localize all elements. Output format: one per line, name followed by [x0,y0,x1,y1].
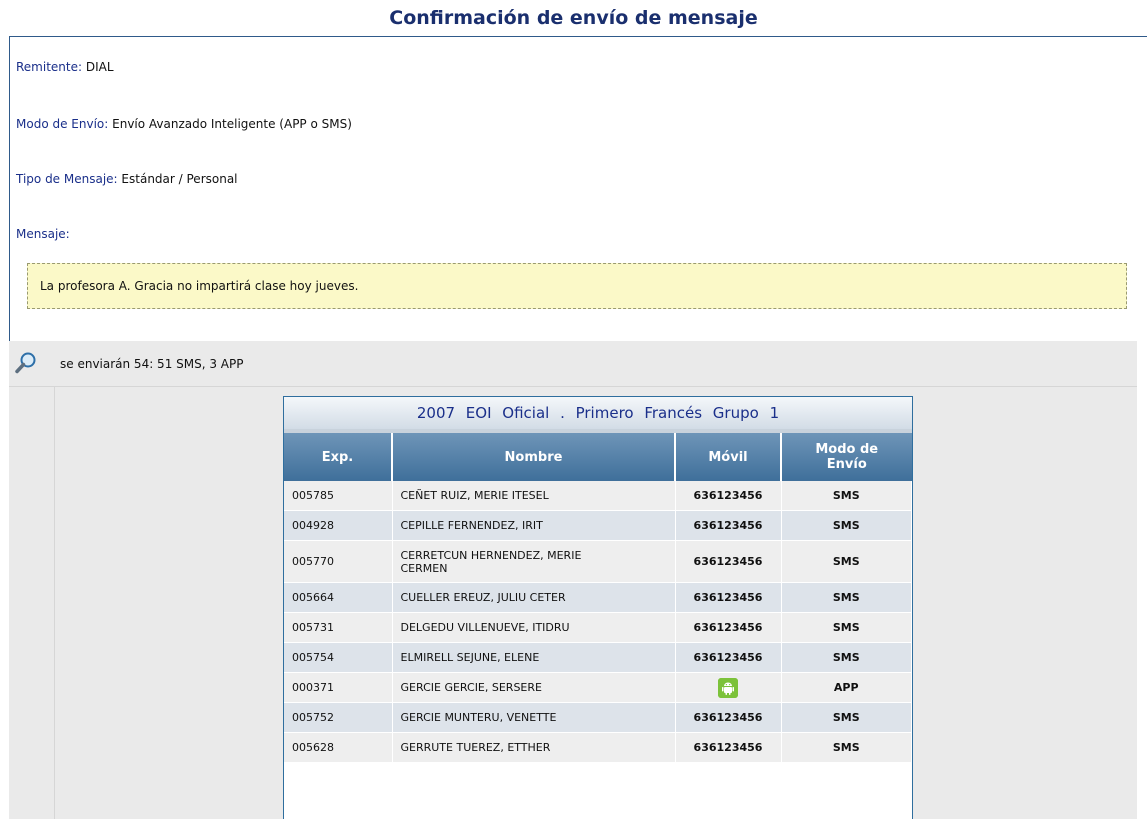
name-cell: CUELLER EREUZ, JULIU CETER [392,582,676,613]
exp-cell: 000371 [284,672,393,703]
send-mode-cell: SMS [781,510,912,541]
mobile-cell: 636123456 [675,510,782,541]
divider [54,387,55,819]
mobile-cell: 636123456 [675,540,782,583]
send-mode-value: Envío Avanzado Inteligente (APP o SMS) [112,117,352,131]
column-header-mobile: Móvil [675,433,782,481]
send-mode-field: Modo de Envío: Envío Avanzado Inteligent… [16,117,352,131]
search-icon[interactable] [14,351,38,375]
name-line2: CERMEN [400,561,448,575]
sender-field: Remitente: DIAL [16,60,114,74]
send-mode-cell: SMS [781,642,912,673]
send-mode-cell: SMS [781,612,912,643]
send-mode-label: Modo de Envío: [16,117,109,131]
exp-cell: 005731 [284,612,393,643]
table-row: 000371 GERCIE GERCIE, SERSERE APP [284,672,912,703]
column-header-name: Nombre [392,433,676,481]
send-mode-cell: SMS [781,582,912,613]
mobile-cell: 636123456 [675,481,782,511]
send-mode-cell: SMS [781,540,912,583]
exp-cell: 005752 [284,702,393,733]
column-header-send-mode: Modo de Envío [781,433,912,481]
mobile-cell: 636123456 [675,702,782,733]
exp-cell: 005628 [284,732,393,763]
table-row: 005754 ELMIRELL SEJUNE, ELENE 636123456 … [284,642,912,673]
sender-label: Remitente: [16,60,83,74]
mobile-cell: 636123456 [675,732,782,763]
name-cell: GERCIE MUNTERU, VENETTE [392,702,676,733]
group-title: 2007 EOI Oficial . Primero Francés Grupo… [284,397,912,433]
mobile-cell [675,672,782,703]
recipients-area: se enviarán 54: 51 SMS, 3 APP 2007 EOI O… [9,341,1137,819]
exp-cell: 005664 [284,582,393,613]
table-row: 004928 CEPILLE FERNENDEZ, IRIT 636123456… [284,510,912,541]
recipients-table: 2007 EOI Oficial . Primero Francés Grupo… [283,396,913,819]
table-row: 005770 CERRETCUN HERNENDEZ, MERIE CERMEN… [284,540,912,583]
column-header-exp: Exp. [284,433,393,481]
table-row: 005664 CUELLER EREUZ, JULIU CETER 636123… [284,582,912,613]
send-mode-cell: SMS [781,481,912,511]
mobile-cell: 636123456 [675,642,782,673]
send-mode-header-line2: Envío [826,457,867,472]
name-cell: ELMIRELL SEJUNE, ELENE [392,642,676,673]
exp-cell: 004928 [284,510,393,541]
name-cell: DELGEDU VILLENUEVE, ITIDRU [392,612,676,643]
exp-cell: 005754 [284,642,393,673]
table-row: 005628 GERRUTE TUEREZ, ETTHER 636123456 … [284,732,912,763]
send-mode-cell: APP [781,672,912,703]
name-cell: GERCIE GERCIE, SERSERE [392,672,676,703]
send-mode-header-line1: Modo de [815,442,879,457]
send-mode-cell: SMS [781,732,912,763]
message-type-value: Estándar / Personal [121,172,238,186]
sender-value: DIAL [85,60,114,74]
name-line1: CERRETCUN HERNENDEZ, MERIE [400,548,582,562]
message-field: Mensaje: [16,227,70,241]
page-title: Confirmación de envío de mensaje [389,7,758,29]
exp-cell: 005785 [284,481,393,511]
summary-row: se enviarán 54: 51 SMS, 3 APP [9,341,1137,387]
table-row: 005785 CEÑET RUIZ, MERIE ITESEL 63612345… [284,481,912,511]
message-text-box: La profesora A. Gracia no impartirá clas… [27,263,1127,309]
table-row: 005752 GERCIE MUNTERU, VENETTE 636123456… [284,702,912,733]
send-mode-cell: SMS [781,702,912,733]
name-cell: CERRETCUN HERNENDEZ, MERIE CERMEN [392,540,676,583]
message-type-field: Tipo de Mensaje: Estándar / Personal [16,172,238,186]
name-cell: CEPILLE FERNENDEZ, IRIT [392,510,676,541]
mobile-cell: 636123456 [675,612,782,643]
recipients-summary: se enviarán 54: 51 SMS, 3 APP [60,357,244,371]
table-row: 005731 DELGEDU VILLENUEVE, ITIDRU 636123… [284,612,912,643]
message-label: Mensaje: [16,227,70,241]
name-cell: CEÑET RUIZ, MERIE ITESEL [392,481,676,511]
name-cell: GERRUTE TUEREZ, ETTHER [392,732,676,763]
android-icon [718,677,738,698]
exp-cell: 005770 [284,540,393,583]
mobile-cell: 636123456 [675,582,782,613]
message-type-label: Tipo de Mensaje: [16,172,118,186]
